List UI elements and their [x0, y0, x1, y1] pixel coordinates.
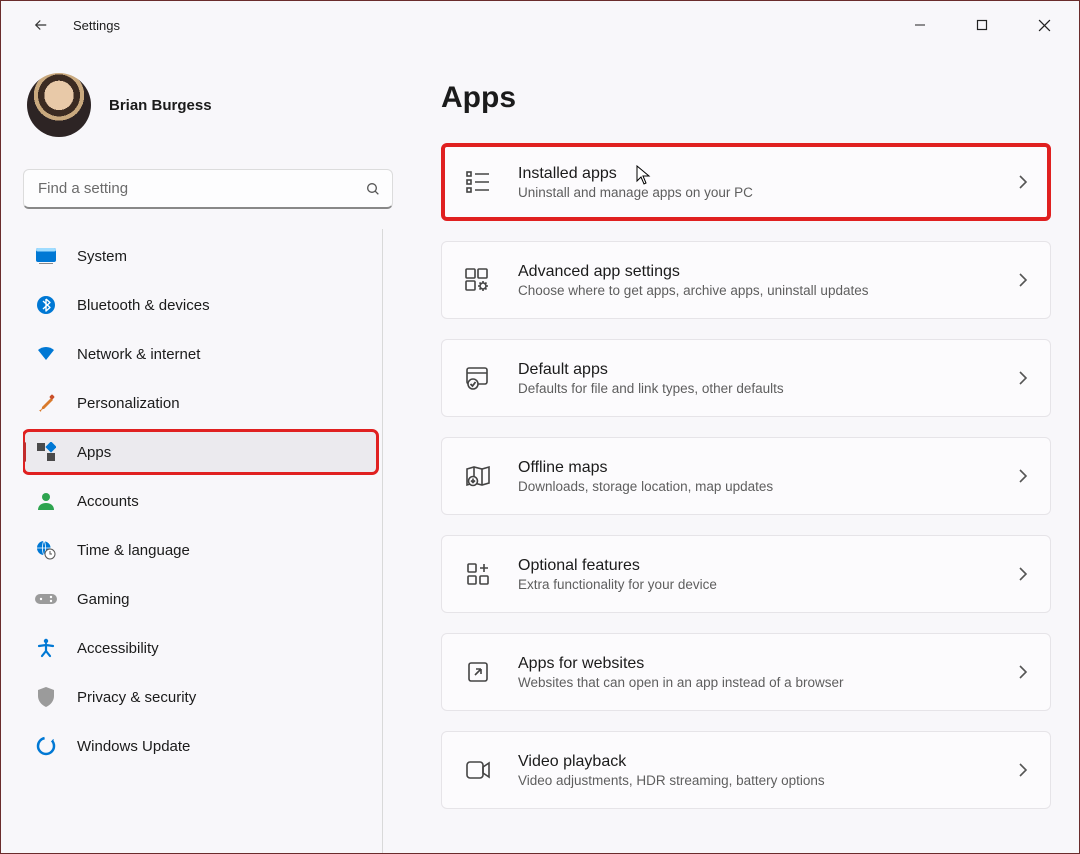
- accessibility-icon: [35, 637, 57, 659]
- card-default-apps[interactable]: Default apps Defaults for file and link …: [441, 339, 1051, 417]
- card-title: Installed apps: [518, 165, 992, 183]
- sidebar-item-bluetooth[interactable]: Bluetooth & devices: [23, 283, 378, 327]
- window-title: Settings: [73, 18, 120, 33]
- globe-clock-icon: [35, 539, 57, 561]
- titlebar: Settings: [1, 1, 1079, 49]
- chevron-right-icon: [1018, 174, 1028, 190]
- card-title: Default apps: [518, 361, 992, 379]
- sidebar-item-label: Gaming: [77, 591, 130, 608]
- sidebar-item-label: Network & internet: [77, 346, 200, 363]
- card-subtitle: Choose where to get apps, archive apps, …: [518, 283, 992, 298]
- card-title: Optional features: [518, 557, 992, 575]
- minimize-icon: [914, 19, 926, 31]
- sidebar-item-network[interactable]: Network & internet: [23, 332, 378, 376]
- update-icon: [35, 735, 57, 757]
- default-apps-icon: [464, 364, 492, 392]
- card-title: Apps for websites: [518, 655, 992, 673]
- card-title: Video playback: [518, 753, 992, 771]
- avatar: [27, 73, 91, 137]
- nav-list: System Bluetooth & devices Network & int…: [23, 229, 383, 853]
- close-icon: [1038, 19, 1051, 32]
- maximize-icon: [976, 19, 988, 31]
- sidebar-item-label: Accessibility: [77, 640, 159, 657]
- search-wrap: [23, 169, 397, 209]
- card-subtitle: Downloads, storage location, map updates: [518, 479, 992, 494]
- sidebar-item-label: System: [77, 248, 127, 265]
- card-optional-features[interactable]: Optional features Extra functionality fo…: [441, 535, 1051, 613]
- shield-icon: [35, 686, 57, 708]
- sidebar-item-label: Time & language: [77, 542, 190, 559]
- sidebar-item-label: Privacy & security: [77, 689, 196, 706]
- sidebar-item-apps[interactable]: Apps: [23, 430, 378, 474]
- open-external-icon: [464, 658, 492, 686]
- sidebar-item-time-language[interactable]: Time & language: [23, 528, 378, 572]
- sidebar-item-system[interactable]: System: [23, 234, 378, 278]
- sidebar-item-label: Windows Update: [77, 738, 190, 755]
- card-apps-for-websites[interactable]: Apps for websites Websites that can open…: [441, 633, 1051, 711]
- video-icon: [464, 756, 492, 784]
- card-subtitle: Websites that can open in an app instead…: [518, 675, 992, 690]
- system-icon: [35, 245, 57, 267]
- card-offline-maps[interactable]: Offline maps Downloads, storage location…: [441, 437, 1051, 515]
- sidebar-item-windows-update[interactable]: Windows Update: [23, 724, 378, 768]
- card-title: Offline maps: [518, 459, 992, 477]
- sidebar-item-privacy[interactable]: Privacy & security: [23, 675, 378, 719]
- chevron-right-icon: [1018, 468, 1028, 484]
- sidebar-item-accessibility[interactable]: Accessibility: [23, 626, 378, 670]
- chevron-right-icon: [1018, 664, 1028, 680]
- profile-name: Brian Burgess: [109, 97, 212, 114]
- card-subtitle: Video adjustments, HDR streaming, batter…: [518, 773, 992, 788]
- map-icon: [464, 462, 492, 490]
- chevron-right-icon: [1018, 272, 1028, 288]
- apps-icon: [35, 441, 57, 463]
- brush-icon: [35, 392, 57, 414]
- sidebar-item-label: Apps: [77, 444, 111, 461]
- maximize-button[interactable]: [951, 1, 1013, 49]
- card-subtitle: Extra functionality for your device: [518, 577, 992, 592]
- page-title: Apps: [441, 81, 1051, 115]
- profile-block[interactable]: Brian Burgess: [23, 67, 403, 157]
- content-area: Apps Installed apps Uninstall and manage…: [421, 49, 1079, 853]
- sidebar-item-label: Bluetooth & devices: [77, 297, 210, 314]
- back-button[interactable]: [21, 5, 61, 45]
- sidebar-item-label: Personalization: [77, 395, 180, 412]
- arrow-left-icon: [32, 16, 50, 34]
- gamepad-icon: [35, 588, 57, 610]
- app-gear-icon: [464, 266, 492, 294]
- minimize-button[interactable]: [889, 1, 951, 49]
- window-controls: [889, 1, 1075, 49]
- sidebar-item-gaming[interactable]: Gaming: [23, 577, 378, 621]
- sidebar-item-accounts[interactable]: Accounts: [23, 479, 378, 523]
- add-grid-icon: [464, 560, 492, 588]
- search-input[interactable]: [23, 169, 393, 209]
- list-icon: [464, 168, 492, 196]
- close-button[interactable]: [1013, 1, 1075, 49]
- sidebar-item-label: Accounts: [77, 493, 139, 510]
- sidebar-item-personalization[interactable]: Personalization: [23, 381, 378, 425]
- person-icon: [35, 490, 57, 512]
- card-advanced-app-settings[interactable]: Advanced app settings Choose where to ge…: [441, 241, 1051, 319]
- chevron-right-icon: [1018, 762, 1028, 778]
- sidebar: Brian Burgess System Bluetooth & devices: [1, 49, 421, 853]
- card-title: Advanced app settings: [518, 263, 992, 281]
- bluetooth-icon: [35, 294, 57, 316]
- chevron-right-icon: [1018, 566, 1028, 582]
- card-video-playback[interactable]: Video playback Video adjustments, HDR st…: [441, 731, 1051, 809]
- chevron-right-icon: [1018, 370, 1028, 386]
- search-icon: [365, 181, 381, 197]
- card-subtitle: Uninstall and manage apps on your PC: [518, 185, 992, 200]
- card-subtitle: Defaults for file and link types, other …: [518, 381, 992, 396]
- wifi-icon: [35, 343, 57, 365]
- card-installed-apps[interactable]: Installed apps Uninstall and manage apps…: [441, 143, 1051, 221]
